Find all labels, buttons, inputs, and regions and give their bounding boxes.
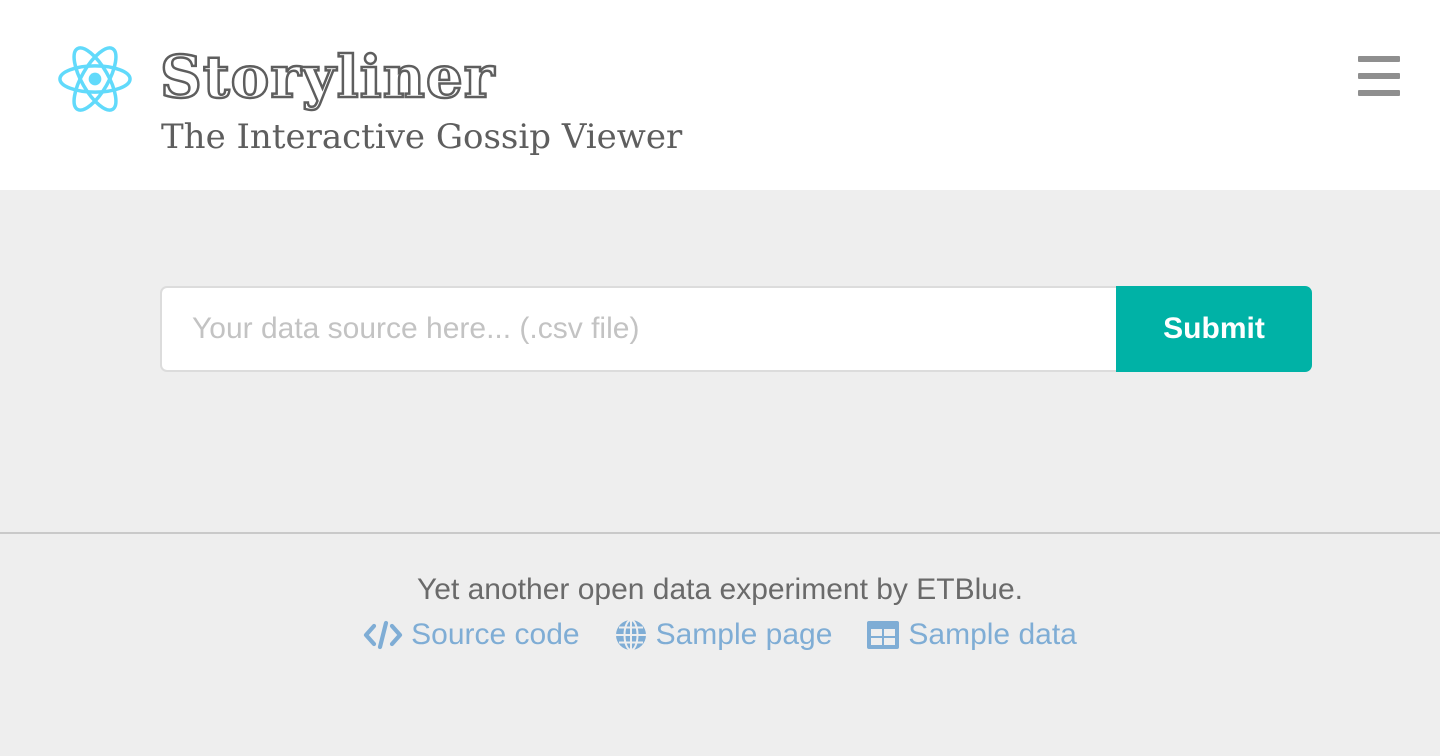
react-atom-icon	[58, 46, 132, 112]
footer-links: Source code Sample page Sample data	[0, 614, 1440, 656]
source-code-label: Source code	[411, 618, 580, 651]
sample-page-label: Sample page	[655, 618, 833, 651]
site-subtitle: The Interactive Gossip Viewer	[161, 117, 683, 157]
footer-divider	[0, 532, 1440, 534]
globe-icon	[615, 619, 646, 651]
sample-data-label: Sample data	[908, 618, 1077, 651]
footer-text: Yet another open data experiment by ETBl…	[417, 573, 1023, 606]
site-title: Storyliner	[159, 42, 496, 113]
table-icon	[867, 621, 900, 649]
source-code-link[interactable]: Source code	[363, 614, 580, 656]
data-source-form: Submit	[160, 286, 1312, 372]
sample-data-link[interactable]: Sample data	[866, 614, 1077, 656]
code-icon	[364, 620, 403, 650]
submit-button[interactable]: Submit	[1116, 286, 1312, 372]
sample-page-link[interactable]: Sample page	[614, 614, 833, 656]
site-header: Storyliner The Interactive Gossip Viewer	[0, 0, 1440, 190]
hamburger-menu-icon[interactable]	[1356, 56, 1402, 96]
data-source-input[interactable]	[160, 286, 1116, 372]
